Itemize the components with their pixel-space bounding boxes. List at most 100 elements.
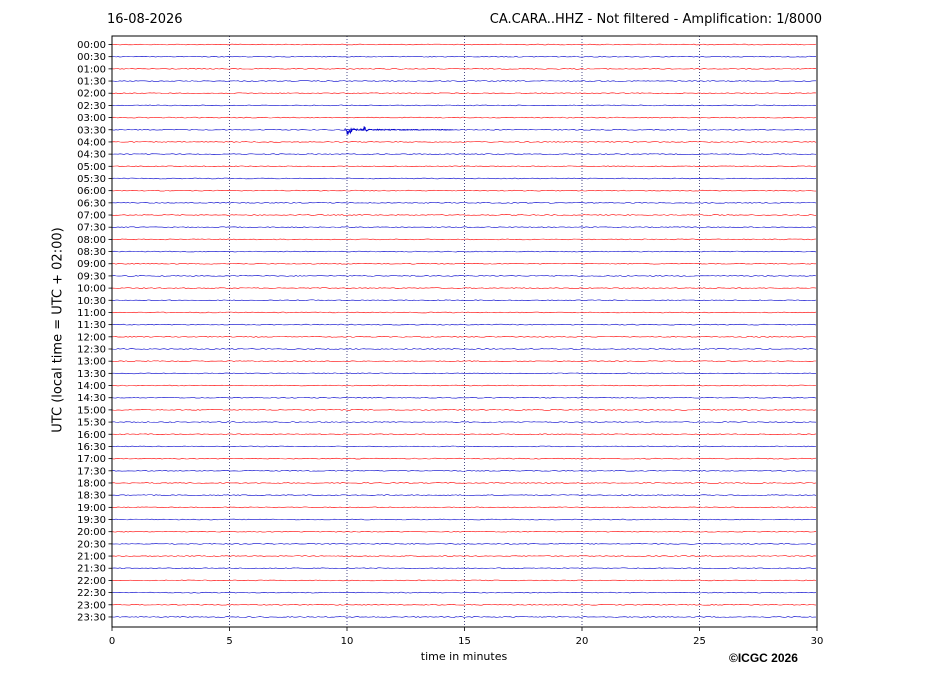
plot-frame (111, 35, 818, 628)
trace-line (111, 92, 817, 94)
y-tick-label: 08:30 (77, 247, 106, 258)
event-layer (344, 126, 453, 135)
trace-line (111, 372, 817, 375)
trace-line (111, 506, 817, 509)
y-tick-label: 18:30 (77, 491, 106, 502)
trace-line (111, 518, 817, 521)
y-tick-label: 02:30 (77, 101, 106, 112)
y-tick-label: 05:00 (77, 162, 106, 173)
trace-line (111, 421, 817, 423)
trace-line (111, 348, 817, 350)
y-tick-label: 14:00 (77, 381, 106, 392)
y-tick-label: 06:30 (77, 198, 106, 209)
y-tick-label: 19:00 (77, 503, 106, 514)
trace-line (111, 104, 817, 107)
trace-line (111, 153, 817, 155)
trace-line (111, 543, 817, 545)
y-tick-label: 04:30 (77, 150, 106, 161)
y-tick-label: 12:30 (77, 345, 106, 356)
y-tick-label: 21:00 (77, 552, 106, 563)
trace-line (111, 129, 817, 131)
y-tick-label: 16:00 (77, 430, 106, 441)
trace-line (111, 116, 817, 119)
y-tick-label: 00:00 (77, 40, 106, 51)
y-tick-label: 22:30 (77, 588, 106, 599)
grid-layer (229, 36, 700, 627)
trace-line (111, 287, 817, 289)
trace-line (111, 202, 817, 204)
y-tick-label: 23:30 (77, 612, 106, 623)
trace-line (111, 275, 817, 277)
event-waveform (344, 126, 453, 135)
y-tick-label: 13:30 (77, 369, 106, 380)
trace-line (111, 226, 817, 228)
trace-layer (111, 43, 817, 618)
y-tick-label: 22:00 (77, 576, 106, 587)
y-tick-label: 06:00 (77, 186, 106, 197)
y-tick-label: 01:30 (77, 77, 106, 88)
trace-line (111, 433, 817, 436)
trace-line (111, 604, 817, 606)
y-tick-label: 09:00 (77, 259, 106, 270)
y-tick-label: 13:00 (77, 357, 106, 368)
trace-line (111, 165, 817, 168)
y-tick-label: 03:00 (77, 113, 106, 124)
x-tick-label: 30 (811, 636, 824, 647)
y-tick-label: 02:00 (77, 89, 106, 100)
y-tick-label: 07:30 (77, 223, 106, 234)
x-tick-label: 20 (576, 636, 589, 647)
trace-line (111, 323, 817, 326)
trace-line (111, 616, 817, 618)
trace-line (111, 396, 817, 399)
trace-line (111, 470, 817, 472)
trace-line (111, 591, 817, 594)
y-tick-label: 04:00 (77, 137, 106, 148)
y-tick-label: 23:00 (77, 600, 106, 611)
y-tick-label: 16:30 (77, 442, 106, 453)
x-tick-label: 0 (109, 636, 115, 647)
y-tick-label: 11:00 (77, 308, 106, 319)
y-tick-label: 14:30 (77, 393, 106, 404)
y-tick-label: 17:30 (77, 466, 106, 477)
trace-line (111, 555, 817, 557)
axis-layer: 00:0000:3001:00 01:3002:0002:3003:0003:30… (77, 35, 824, 647)
x-tick-label: 5 (226, 636, 232, 647)
trace-line (111, 530, 817, 533)
y-tick-label: 19:30 (77, 515, 106, 526)
trace-line (111, 55, 817, 58)
y-tick-label: 15:00 (77, 405, 106, 416)
x-tick-label: 15 (458, 636, 471, 647)
y-tick-label: 10:00 (77, 284, 106, 295)
trace-line (111, 80, 817, 82)
y-tick-label: 21:30 (77, 564, 106, 575)
y-tick-label: 11:30 (77, 320, 106, 331)
trace-line (111, 250, 817, 253)
y-tick-label: 10:30 (77, 296, 106, 307)
trace-line (111, 299, 817, 302)
trace-line (111, 384, 817, 387)
trace-line (111, 482, 817, 484)
trace-line (111, 189, 817, 192)
trace-line (111, 68, 817, 70)
y-tick-label: 00:30 (77, 52, 106, 63)
y-tick-label: 18:00 (77, 478, 106, 489)
trace-line (111, 409, 817, 411)
y-tick-label: 01:00 (77, 64, 106, 75)
trace-line (111, 214, 817, 216)
trace-line (111, 336, 817, 338)
trace-line (111, 141, 817, 143)
y-tick-label: 07:00 (77, 211, 106, 222)
trace-line (111, 360, 816, 362)
trace-line (111, 177, 817, 180)
y-tick-label: 12:00 (77, 332, 106, 343)
y-tick-label: 03:30 (77, 125, 106, 136)
seismogram-chart: 00:0000:3001:00 01:3002:0002:3003:0003:30… (77, 35, 824, 647)
trace-line (111, 494, 817, 496)
trace-line (111, 238, 817, 241)
y-tick-label: 15:30 (77, 418, 106, 429)
trace-line (111, 579, 817, 582)
trace-line (111, 457, 817, 460)
y-tick-label: 09:30 (77, 271, 106, 282)
trace-line (111, 311, 817, 314)
x-tick-label: 25 (693, 636, 706, 647)
